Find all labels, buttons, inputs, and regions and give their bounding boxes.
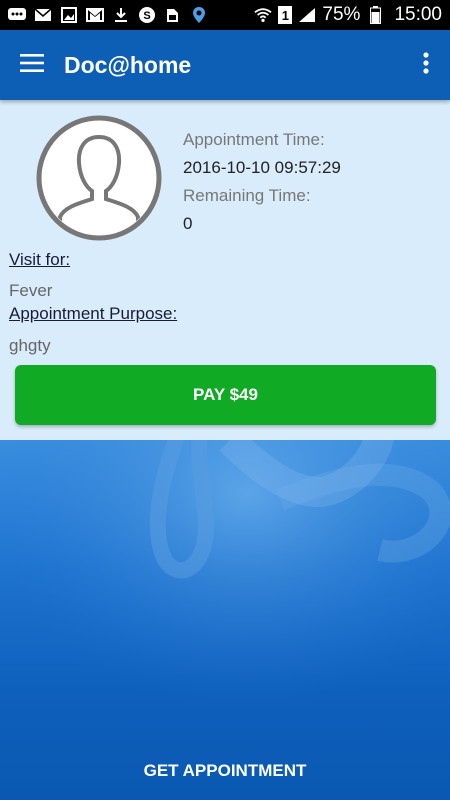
appointment-info: Appointment Time: 2016-10-10 09:57:29 Re… [183, 126, 341, 238]
skype-icon: S [138, 7, 156, 23]
hamburger-icon [20, 53, 44, 77]
remaining-time-label: Remaining Time: [183, 186, 311, 205]
location-icon [190, 7, 208, 23]
appointment-purpose-label: Appointment Purpose: [9, 304, 178, 323]
gmail-icon [86, 7, 104, 23]
mail-icon [34, 7, 52, 23]
download-icon [112, 7, 130, 23]
visit-for-value: Fever [9, 281, 53, 300]
bbm-icon [8, 7, 26, 23]
battery-level: 75% [322, 4, 361, 25]
sd-card-icon [164, 7, 182, 23]
menu-button[interactable] [0, 30, 64, 100]
appointment-purpose-value: ghgty [9, 336, 51, 355]
get-appointment-button[interactable]: GET APPOINTMENT [0, 742, 450, 800]
app-bar: Doc@home [0, 30, 450, 100]
more-vert-icon [423, 51, 429, 79]
overflow-menu-button[interactable] [402, 30, 450, 100]
remaining-time-value: 0 [183, 214, 193, 233]
image-icon [60, 7, 78, 23]
status-bar: S 1 75% 15:00 [0, 0, 450, 30]
pay-button[interactable]: PAY $49 [15, 365, 436, 425]
clock: 15:00 [394, 4, 442, 25]
visit-for-label: Visit for: [9, 250, 71, 269]
app-title: Doc@home [64, 51, 192, 78]
battery-icon [366, 6, 384, 24]
appointment-details-panel: Appointment Time: 2016-10-10 09:57:29 Re… [0, 100, 450, 440]
signal-icon [298, 7, 316, 23]
appointment-time-value: 2016-10-10 09:57:29 [183, 158, 341, 177]
sim-icon: 1 [278, 6, 293, 24]
svg-text:S: S [143, 10, 150, 22]
wifi-icon [254, 7, 273, 23]
appointment-time-label: Appointment Time: [183, 130, 325, 149]
avatar [36, 115, 162, 241]
